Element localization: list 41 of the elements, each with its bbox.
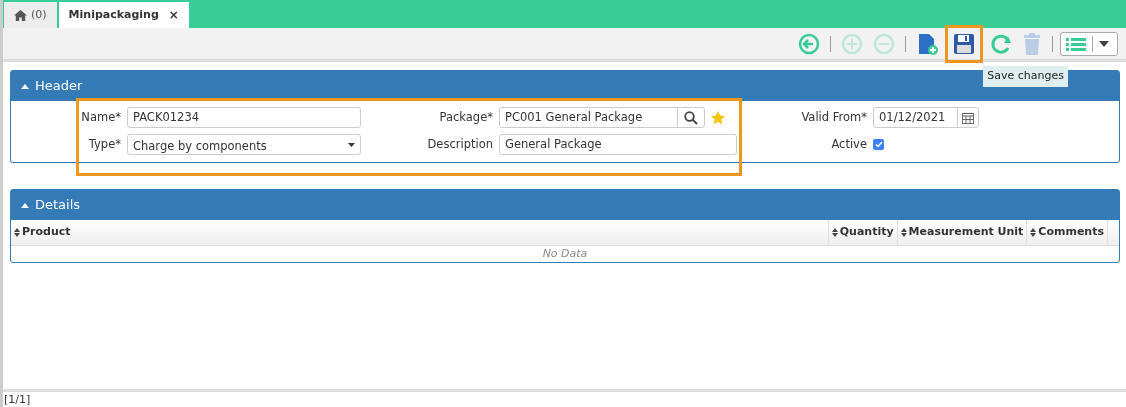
tooltip: Save changes (983, 66, 1068, 87)
column-header[interactable]: Product (11, 220, 829, 245)
collapse-icon (21, 83, 29, 89)
save-icon (953, 32, 975, 55)
collapse-icon (21, 202, 29, 208)
column-header[interactable]: Measurement Unit (897, 220, 1028, 245)
sort-icon (831, 228, 838, 237)
field-label: Active (830, 135, 867, 153)
empty-message: No Data (541, 246, 589, 262)
caret-icon[interactable] (1092, 35, 1112, 52)
remove-icon (873, 32, 895, 55)
panel-header[interactable]: Details (11, 190, 1119, 220)
column-header[interactable]: Quantity (828, 220, 898, 245)
date-field[interactable]: 01/12/2021 (873, 107, 979, 128)
list-icon (1066, 35, 1086, 52)
field-label: Description (426, 135, 493, 153)
tab[interactable]: Minipackaging × (58, 2, 189, 28)
field-label: Package* (438, 108, 493, 126)
tab[interactable]: (0) (4, 2, 57, 28)
back-icon (798, 32, 820, 55)
field-label: Name* (80, 108, 121, 126)
add-icon (841, 32, 863, 55)
checkbox[interactable] (873, 139, 884, 150)
close-icon[interactable]: × (168, 6, 179, 24)
new-document-icon (916, 32, 938, 55)
star-icon[interactable] (711, 110, 725, 125)
field-label: Type* (87, 135, 121, 153)
field-label: Valid From* (800, 108, 867, 126)
sort-icon (1030, 228, 1037, 237)
caret-icon (348, 142, 355, 147)
column-header[interactable]: Comments (1027, 220, 1108, 245)
input-field[interactable]: PACK01234 (127, 107, 361, 128)
input-field[interactable]: General Package (499, 134, 737, 155)
trash-icon (1022, 32, 1042, 55)
type-select[interactable]: Charge by components (127, 134, 361, 155)
home-icon (14, 9, 27, 21)
status-bar: [1/1] (3, 389, 1126, 407)
sort-icon (900, 228, 907, 237)
refresh-icon (990, 32, 1012, 55)
sort-icon (14, 228, 20, 237)
lookup-field[interactable]: PC001 General Package (499, 107, 705, 128)
